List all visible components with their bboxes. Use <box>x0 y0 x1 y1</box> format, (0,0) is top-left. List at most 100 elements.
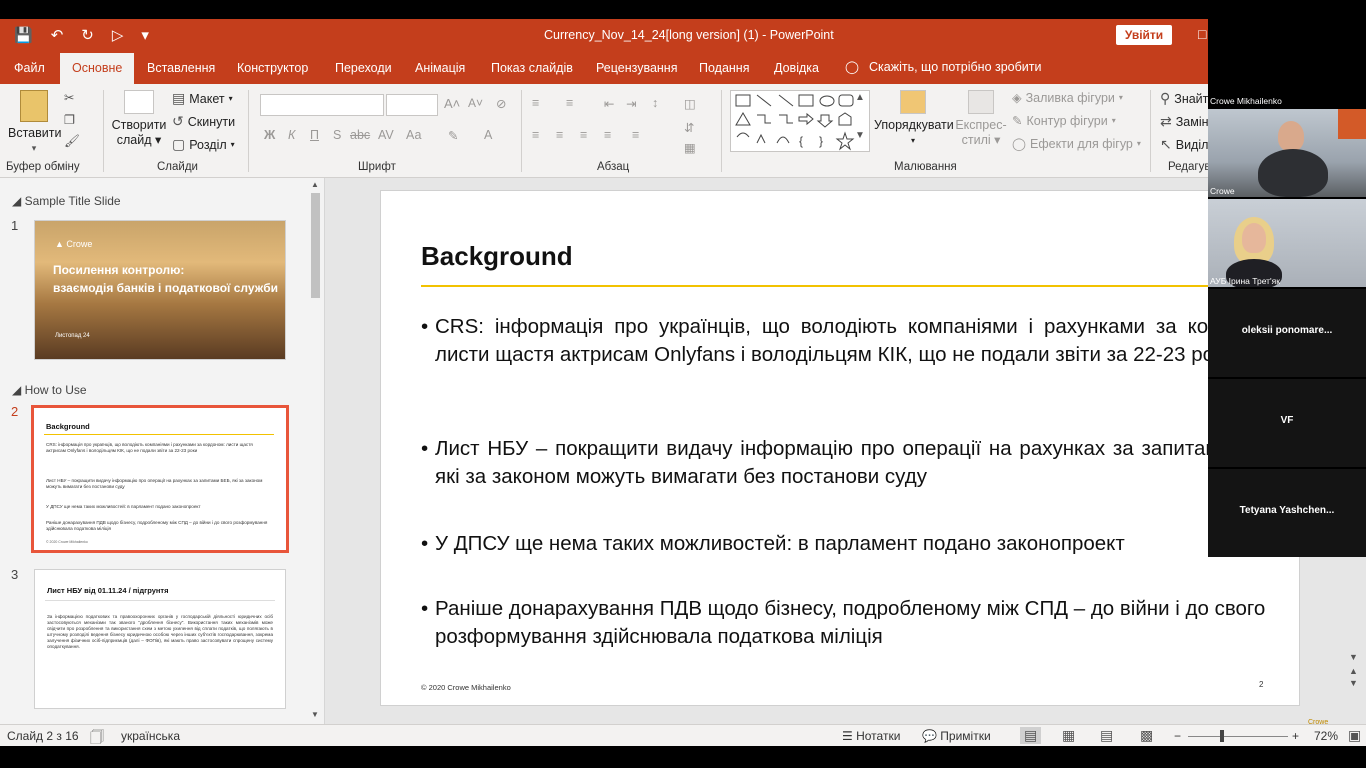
video-tile[interactable]: Crowe <box>1208 109 1366 197</box>
justify-icon[interactable]: ≡ <box>604 128 611 142</box>
columns-icon[interactable]: ◫ <box>684 96 696 111</box>
align-right-icon[interactable]: ≡ <box>580 128 587 142</box>
video-tile[interactable]: Tetyana Yashchen... <box>1208 469 1366 557</box>
tab-slideshow[interactable]: Показ слайдів <box>491 61 573 75</box>
tab-review[interactable]: Рецензування <box>596 61 677 75</box>
copy-icon[interactable]: ❐ <box>64 112 75 127</box>
decrease-indent-icon[interactable]: ⇤ <box>604 96 614 111</box>
shape-effects-button[interactable]: ◯ Ефекти для фігур ▾ <box>1012 136 1141 152</box>
video-tile[interactable]: oleksii ponomare... <box>1208 289 1366 377</box>
thumbnail-scrollbar[interactable]: ▲ ▼ <box>308 178 324 724</box>
save-icon[interactable]: 💾 <box>14 26 33 44</box>
new-slide-button[interactable]: Створити слайд ▾ <box>110 90 168 148</box>
align-center-icon[interactable]: ≡ <box>556 128 563 142</box>
format-painter-icon[interactable]: 🖌 <box>64 134 80 149</box>
zoom-slider[interactable] <box>1188 736 1288 737</box>
zoom-in-icon[interactable]: + <box>1292 729 1299 743</box>
tab-help[interactable]: Довідка <box>774 61 819 75</box>
scroll-up-icon[interactable]: ▲ <box>311 180 319 189</box>
slide-heading[interactable]: Background <box>421 241 573 272</box>
reset-button[interactable]: ↺ Скинути <box>172 113 235 130</box>
paste-button[interactable]: Вставити ▾ <box>8 90 61 156</box>
zoom-level[interactable]: 72% <box>1314 729 1338 743</box>
scroll-down-icon[interactable]: ▼ <box>1349 652 1365 662</box>
find-button[interactable]: ⚲ Знайт <box>1160 90 1208 107</box>
slide-thumbnail-1[interactable]: ▲ Crowe Посилення контролю: взаємодія бан… <box>34 220 286 360</box>
align-left-icon[interactable]: ≡ <box>532 128 539 142</box>
video-tile[interactable]: АУБ Ірина Трет'як <box>1208 199 1366 287</box>
scroll-down-icon[interactable]: ▼ <box>311 710 319 719</box>
reading-view-icon[interactable]: ▤ <box>1100 727 1113 744</box>
font-color-icon[interactable]: A <box>484 128 492 142</box>
bullets-icon[interactable]: ≡ <box>532 96 539 110</box>
replace-button[interactable]: ⇄ Замін <box>1160 113 1209 130</box>
arrange-button[interactable]: Упорядкувати ▾ <box>874 90 954 148</box>
participant-name: Crowe <box>1210 186 1235 196</box>
fit-to-window-icon[interactable]: ▣ <box>1348 727 1361 744</box>
customize-qat-icon[interactable]: ▾ <box>141 26 149 44</box>
tab-design[interactable]: Конструктор <box>237 61 308 75</box>
smartart-icon[interactable]: ▦ <box>684 140 696 155</box>
scrollbar-thumb[interactable] <box>311 193 320 298</box>
ribbon-display-icon[interactable]: □ <box>1198 26 1206 42</box>
video-tile[interactable]: VF <box>1208 379 1366 467</box>
redo-icon[interactable]: ↻ <box>81 26 94 44</box>
font-family-select[interactable] <box>260 94 384 116</box>
gallery-more-icon[interactable]: ▼ <box>855 130 865 141</box>
language-indicator[interactable]: українська <box>121 729 180 743</box>
select-button[interactable]: ↖ Виділ <box>1160 136 1208 153</box>
change-case-icon[interactable]: Аа <box>406 128 421 142</box>
line-spacing-icon[interactable]: ↕ <box>652 96 658 110</box>
comments-button[interactable]: 💬 Примітки <box>922 729 991 743</box>
char-spacing-icon[interactable]: AV <box>378 128 394 142</box>
zoom-out-icon[interactable]: − <box>1174 729 1181 743</box>
shape-outline-button[interactable]: ✎ Контур фігури ▾ <box>1012 113 1116 129</box>
section-header[interactable]: ◢ Sample Title Slide <box>12 194 121 208</box>
cut-icon[interactable]: ✂ <box>64 90 74 105</box>
increase-indent-icon[interactable]: ⇥ <box>626 96 636 111</box>
strikethrough-icon[interactable]: abc <box>350 128 370 142</box>
undo-icon[interactable]: ↶ <box>51 26 64 44</box>
bold-icon[interactable]: Ж <box>264 128 275 142</box>
shapes-gallery[interactable]: { } <box>730 90 870 152</box>
normal-view-icon[interactable]: ▤ <box>1020 727 1042 744</box>
text-direction-icon[interactable]: ⇵ <box>684 120 694 135</box>
layout-button[interactable]: ▤ Макет ▾ <box>172 90 233 107</box>
next-slide-icon[interactable]: ▼ <box>1349 678 1365 688</box>
numbering-icon[interactable]: ≡ <box>566 96 573 110</box>
previous-slide-icon[interactable]: ▲ <box>1349 666 1365 676</box>
shape-fill-button[interactable]: ◈ Заливка фігури ▾ <box>1012 90 1123 106</box>
font-size-select[interactable] <box>386 94 438 116</box>
slide-thumbnail-2[interactable]: Background CRS: інформація про українців… <box>31 405 289 553</box>
slideshow-view-icon[interactable]: ▩ <box>1140 727 1153 744</box>
tab-file[interactable]: Файл <box>14 61 45 75</box>
tab-home[interactable]: Основне <box>60 53 135 84</box>
slide-scrollbar[interactable]: ▼ ▲ ▼ <box>1349 652 1365 688</box>
slide-thumbnail-3[interactable]: Лист НБУ від 01.11.24 / підгрунтя За інф… <box>34 569 286 709</box>
slide-canvas[interactable]: Background • CRS: інформація про українці… <box>380 190 1301 706</box>
shadow-icon[interactable]: S <box>333 128 341 142</box>
gallery-up-icon[interactable]: ▲ <box>855 92 865 103</box>
quick-styles-button[interactable]: Експрес- стилі ▾ <box>954 90 1008 148</box>
slideshow-icon[interactable]: ▷ <box>112 26 124 44</box>
sign-in-button[interactable]: Увійти <box>1116 25 1172 45</box>
section-button[interactable]: ▢ Розділ ▾ <box>172 136 235 153</box>
status-bar: Слайд 2 з 16 🗍 українська ☰ Нотатки 💬 Пр… <box>0 719 1366 746</box>
notes-button[interactable]: ☰ Нотатки <box>842 729 900 743</box>
slide-sorter-icon[interactable]: ▦ <box>1062 727 1075 744</box>
tab-insert[interactable]: Вставлення <box>147 61 215 75</box>
increase-font-icon[interactable]: A˄ <box>444 96 460 111</box>
decrease-font-icon[interactable]: A˅ <box>468 96 483 110</box>
section-header[interactable]: ◢ How to Use <box>12 383 87 397</box>
italic-icon[interactable]: К <box>288 128 295 142</box>
zoom-slider-thumb[interactable] <box>1220 730 1224 742</box>
tell-me-box[interactable]: ◯ Скажіть, що потрібно зробити <box>845 59 1042 75</box>
column-spacing-icon[interactable]: ≡ <box>632 128 639 142</box>
underline-icon[interactable]: П <box>310 128 319 142</box>
highlight-icon[interactable]: ✎ <box>448 128 458 143</box>
video-tile[interactable]: Crowe Mikhailenko <box>1208 19 1366 107</box>
tab-animations[interactable]: Анімація <box>415 61 465 75</box>
tab-view[interactable]: Подання <box>699 61 749 75</box>
tab-transitions[interactable]: Переходи <box>335 61 392 75</box>
clear-formatting-icon[interactable]: ⊘ <box>496 96 506 111</box>
